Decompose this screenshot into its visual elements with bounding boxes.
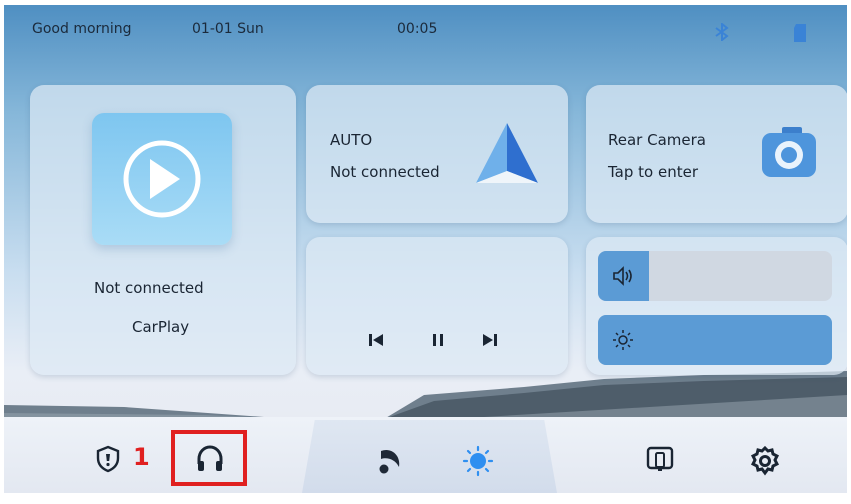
volume-icon [613,266,632,286]
headphones-button[interactable] [171,430,247,486]
android-auto-title: AUTO [330,131,373,149]
badge-number: 1 [133,443,150,471]
media-card [306,237,568,375]
carplay-label: CarPlay [132,318,190,336]
head-unit-screen: Good morning 01-01 Sun 00:05 Not connect… [4,5,847,493]
brightness-icon [613,330,633,350]
bluetooth-icon[interactable] [712,23,732,41]
date-text: 01-01 Sun [192,21,264,37]
dock-center-panel [302,420,557,493]
android-auto-status: Not connected [330,163,440,181]
pause-icon[interactable] [430,332,446,348]
night-mode-icon[interactable] [373,445,403,477]
prev-icon[interactable] [368,332,384,348]
clock-text: 00:05 [397,21,438,37]
android-auto-icon [476,123,538,183]
greeting-text: Good morning [32,21,132,37]
carplay-card[interactable]: Not connected CarPlay [30,85,296,375]
headphones-icon [197,445,223,471]
carplay-status: Not connected [94,279,204,297]
volume-slider[interactable] [598,251,832,301]
carplay-play-icon [123,140,201,218]
camera-icon [762,127,816,177]
next-icon[interactable] [482,332,498,348]
shield-icon[interactable] [95,445,121,473]
carplay-app-tile[interactable] [92,113,232,245]
sd-card-icon[interactable] [792,23,810,43]
sliders-card [586,237,847,375]
rear-camera-title: Rear Camera [608,131,706,149]
screen-mirror-icon[interactable] [645,445,675,475]
settings-icon[interactable] [749,445,781,477]
status-bar: Good morning 01-01 Sun 00:05 [32,21,827,43]
rear-camera-subtitle: Tap to enter [608,163,698,181]
day-mode-icon[interactable] [462,445,494,477]
brightness-slider[interactable] [598,315,832,365]
android-auto-card[interactable]: AUTO Not connected [306,85,568,223]
rear-camera-card[interactable]: Rear Camera Tap to enter [586,85,847,223]
